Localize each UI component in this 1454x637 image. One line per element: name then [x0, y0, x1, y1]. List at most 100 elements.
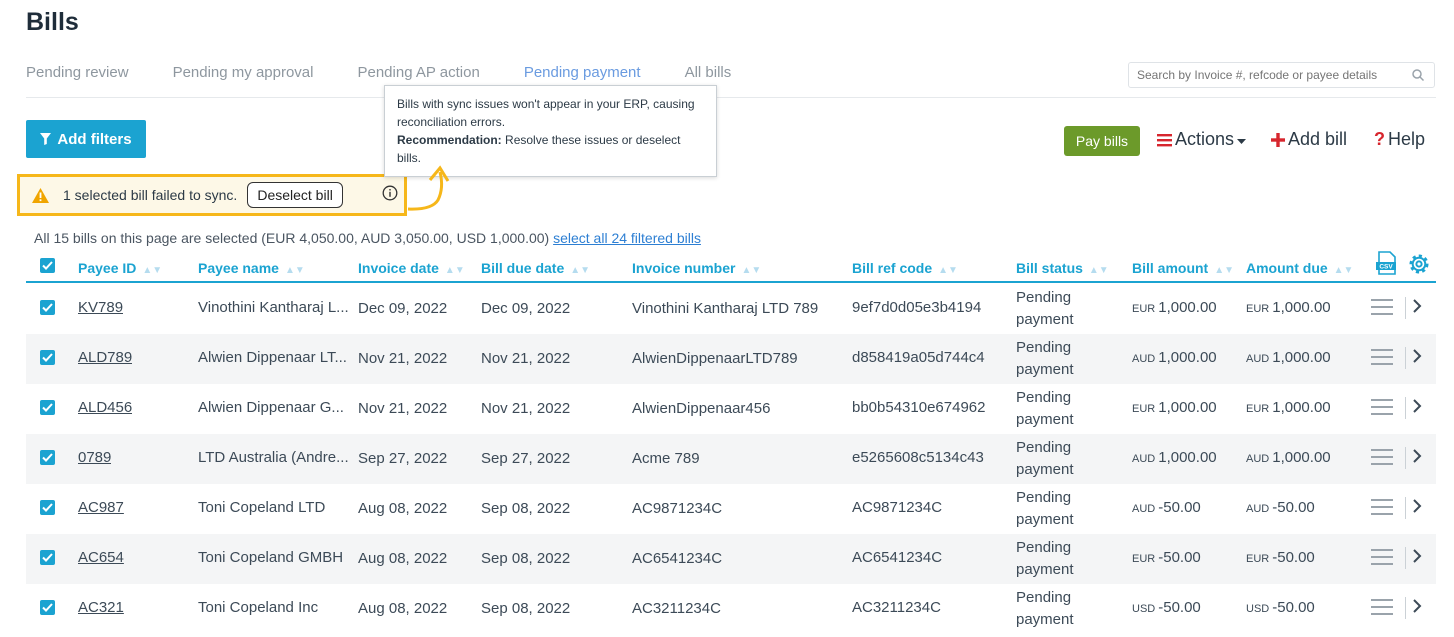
row-checkbox[interactable]: [40, 300, 55, 315]
search-icon[interactable]: [1411, 68, 1425, 82]
tab-all-bills[interactable]: All bills: [685, 64, 732, 81]
column-bill-status[interactable]: Bill status ▲▼: [1016, 260, 1109, 276]
chevron-right-icon[interactable]: [1412, 548, 1422, 564]
select-all-checkbox[interactable]: [40, 258, 55, 273]
payee-name-cell: Vinothini Kantharaj L...: [198, 299, 349, 316]
column-bill-amount[interactable]: Bill amount ▲▼: [1132, 260, 1234, 276]
tab-pending-payment[interactable]: Pending payment: [524, 64, 641, 81]
selection-summary-text: All 15 bills on this page are selected (…: [34, 230, 550, 246]
chevron-right-icon[interactable]: [1412, 498, 1422, 514]
payee-name-cell: Toni Copeland Inc: [198, 599, 319, 616]
amount-due-value: -50.00: [1272, 549, 1315, 566]
actions-menu-button[interactable]: Actions: [1157, 129, 1247, 150]
due-date-cell: Nov 21, 2022: [481, 350, 571, 367]
payee-id-link[interactable]: AC987: [78, 499, 124, 516]
select-all-filtered-link[interactable]: select all 24 filtered bills: [553, 230, 701, 246]
table-row[interactable]: AC321 Toni Copeland Inc Aug 08, 2022 Sep 08…: [26, 584, 1436, 634]
bill-amount-cell: EUR 1,000.00: [1132, 299, 1217, 316]
menu-icon[interactable]: [1371, 599, 1393, 615]
table-row[interactable]: AC987 Toni Copeland LTD Aug 08, 2022 Sep 08…: [26, 484, 1436, 534]
amount-due-cell: AUD 1,000.00: [1246, 349, 1331, 366]
status-line: Pending: [1016, 439, 1072, 456]
deselect-bill-button[interactable]: Deselect bill: [247, 182, 343, 208]
tab-pending-ap-action[interactable]: Pending AP action: [357, 64, 479, 81]
chevron-right-icon[interactable]: [1412, 298, 1422, 314]
table-row[interactable]: KV789 Vinothini Kantharaj L... Dec 09, 202…: [26, 284, 1436, 334]
question-icon: ?: [1374, 129, 1385, 149]
menu-icon[interactable]: [1371, 349, 1393, 365]
row-checkbox[interactable]: [40, 550, 55, 565]
column-amount-due[interactable]: Amount due ▲▼: [1246, 260, 1353, 276]
amount-due-cell: AUD 1,000.00: [1246, 449, 1331, 466]
bill-amount-value: 1,000.00: [1158, 299, 1217, 316]
currency-code: AUD: [1132, 503, 1156, 515]
column-invoice-number[interactable]: Invoice number ▲▼: [632, 260, 761, 276]
payee-id-link[interactable]: ALD456: [78, 399, 132, 416]
row-checkbox[interactable]: [40, 350, 55, 365]
row-checkbox[interactable]: [40, 500, 55, 515]
invoice-number-cell: AlwienDippenaarLTD789: [632, 350, 798, 367]
currency-code: EUR: [1132, 553, 1156, 565]
add-bill-button[interactable]: Add bill: [1271, 129, 1347, 150]
payee-id-link[interactable]: KV789: [78, 299, 123, 316]
table-row[interactable]: ALD456 Alwien Dippenaar G... Nov 21, 2022 N…: [26, 384, 1436, 434]
menu-icon[interactable]: [1371, 449, 1393, 465]
table-row[interactable]: ALD789 Alwien Dippenaar LT... Nov 21, 2022…: [26, 334, 1436, 384]
status-cell: Pending payment: [1016, 337, 1074, 381]
invoice-number-cell: AC3211234C: [632, 600, 721, 617]
page-title: Bills: [26, 8, 79, 36]
actions-label: Actions: [1175, 129, 1235, 149]
sync-warning-banner: 1 selected bill failed to sync. Deselect…: [17, 174, 407, 216]
status-cell: Pending payment: [1016, 437, 1074, 481]
warning-icon: [32, 187, 49, 203]
ref-code-cell: d858419a05d744c4: [852, 349, 985, 366]
sort-icon: ▲▼: [142, 265, 163, 276]
status-line: payment: [1016, 361, 1074, 378]
status-line: payment: [1016, 411, 1074, 428]
column-bill-due-date[interactable]: Bill due date ▲▼: [481, 260, 590, 276]
status-line: Pending: [1016, 289, 1072, 306]
tab-pending-my-approval[interactable]: Pending my approval: [173, 64, 314, 81]
info-icon[interactable]: [382, 185, 398, 201]
pay-bills-button[interactable]: Pay bills: [1064, 126, 1140, 156]
table-row[interactable]: AC654 Toni Copeland GMBH Aug 08, 2022 Sep 0…: [26, 534, 1436, 584]
amount-due-value: 1,000.00: [1272, 299, 1331, 316]
currency-code: AUD: [1246, 453, 1270, 465]
invoice-date-cell: Aug 08, 2022: [358, 550, 448, 567]
chevron-right-icon[interactable]: [1412, 598, 1422, 614]
tab-pending-review[interactable]: Pending review: [26, 64, 129, 81]
payee-id-link[interactable]: AC321: [78, 599, 124, 616]
search-input[interactable]: [1128, 62, 1435, 88]
chevron-right-icon[interactable]: [1412, 348, 1422, 364]
status-line: payment: [1016, 611, 1074, 628]
chevron-right-icon[interactable]: [1412, 398, 1422, 414]
amount-due-cell: USD -50.00: [1246, 599, 1315, 616]
amount-due-value: -50.00: [1272, 599, 1315, 616]
add-filters-label: Add filters: [57, 130, 132, 148]
menu-icon[interactable]: [1371, 499, 1393, 515]
bill-amount-cell: AUD -50.00: [1132, 499, 1201, 516]
chevron-right-icon[interactable]: [1412, 448, 1422, 464]
row-checkbox[interactable]: [40, 450, 55, 465]
payee-id-link[interactable]: ALD789: [78, 349, 132, 366]
add-filters-button[interactable]: Add filters: [26, 120, 146, 158]
payee-id-link[interactable]: AC654: [78, 549, 124, 566]
gear-icon[interactable]: [1406, 251, 1432, 277]
payee-id-link[interactable]: 0789: [78, 449, 111, 466]
bill-amount-value: 1,000.00: [1158, 399, 1217, 416]
column-invoice-date[interactable]: Invoice date ▲▼: [358, 260, 465, 276]
invoice-number-cell: Vinothini Kantharaj LTD 789: [632, 300, 819, 317]
row-checkbox[interactable]: [40, 400, 55, 415]
table-row[interactable]: 0789 LTD Australia (Andre... Sep 27, 2022 S…: [26, 434, 1436, 484]
status-line: Pending: [1016, 489, 1072, 506]
menu-icon[interactable]: [1371, 549, 1393, 565]
csv-icon[interactable]: CSV: [1375, 251, 1399, 275]
column-payee-name[interactable]: Payee name ▲▼: [198, 260, 305, 276]
menu-icon[interactable]: [1371, 399, 1393, 415]
column-payee-id[interactable]: Payee ID ▲▼: [78, 260, 162, 276]
sort-icon: ▲▼: [938, 265, 958, 276]
column-bill-ref-code[interactable]: Bill ref code ▲▼: [852, 260, 958, 276]
menu-icon[interactable]: [1371, 299, 1393, 315]
help-button[interactable]: ? Help: [1374, 129, 1425, 150]
row-checkbox[interactable]: [40, 600, 55, 615]
